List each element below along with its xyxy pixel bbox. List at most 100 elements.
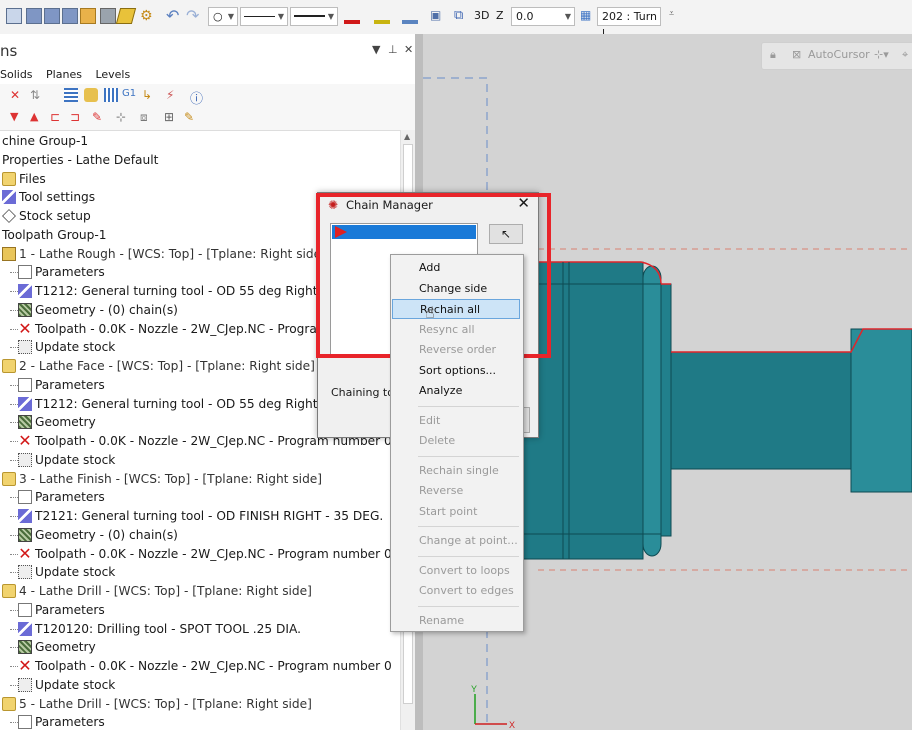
menu-item-edit[interactable]: Edit [392, 411, 520, 431]
menu-item-add[interactable]: Add [392, 258, 520, 278]
insert-arrow-icon[interactable]: ⊏ [50, 110, 64, 124]
pin-icon[interactable]: ⊥ [388, 43, 398, 56]
tree-item[interactable]: Update stock [0, 676, 398, 694]
chevron-down-icon: ▼ [327, 12, 334, 21]
menu-item-convert-to-edges[interactable]: Convert to edges [392, 581, 520, 601]
tree-connector [10, 309, 18, 311]
autocursor-label: AutoCursor [808, 48, 870, 61]
help-icon[interactable]: ⓘ [190, 88, 204, 107]
regenerate-dirty-icon[interactable] [84, 88, 98, 102]
regenerate-icon[interactable] [64, 88, 78, 102]
autocursor-bar[interactable]: 🔒︎ ⊠ AutoCursor ⊹▾ ⌖ [761, 42, 912, 70]
toolbar-overflow-icon[interactable]: ⩡ [669, 9, 674, 19]
level-select[interactable]: 202 : Turn l [597, 7, 661, 40]
print-icon[interactable] [100, 8, 116, 24]
tree-item-label: Update stock [35, 452, 116, 467]
point-style-select[interactable]: ○ ▼ [208, 7, 238, 26]
tree-connector [10, 516, 18, 517]
tree-item[interactable]: Update stock [0, 451, 398, 469]
highfeed-icon[interactable]: ⚡ [166, 88, 180, 102]
tab-solids[interactable]: Solids [0, 68, 33, 81]
menu-item-rechain-all[interactable]: Rechain all [392, 299, 520, 319]
menu-item-convert-to-loops[interactable]: Convert to loops [392, 561, 520, 581]
tree-item[interactable]: Update stock [0, 563, 398, 581]
tree-item-label: 5 - Lathe Drill - [WCS: Top] - [Tplane: … [19, 696, 312, 711]
menu-item-rechain-single[interactable]: Rechain single [392, 461, 520, 481]
select-all-ops-icon[interactable]: ✕ [10, 88, 24, 102]
tab-levels[interactable]: Levels [95, 68, 130, 81]
menu-item-reverse-order[interactable]: Reverse order [392, 340, 520, 360]
selection-filter-icon[interactable]: ⊹▾ [874, 43, 889, 67]
tree-item[interactable]: ✕ Toolpath - 0.0K - Nozzle - 2W_CJep.NC -… [0, 545, 398, 563]
panel-dropdown-icon[interactable]: ▼ [372, 43, 380, 56]
tree-item[interactable]: Properties - Lathe Default [0, 151, 398, 169]
z-depth-input[interactable]: 0.0 ▼ [511, 7, 575, 26]
tree-item[interactable]: chine Group-1 [0, 132, 398, 150]
tree-item[interactable]: 3 - Lathe Finish - [WCS: Top] - [Tplane:… [0, 470, 398, 488]
tree-item[interactable]: Geometry - (0) chain(s) [0, 526, 398, 544]
close-panel-icon[interactable]: ✕ [404, 43, 413, 56]
tree-item[interactable]: Parameters [0, 601, 398, 619]
tree-connector [10, 497, 18, 499]
redo-icon[interactable]: ↷ [186, 8, 202, 24]
new-file-icon[interactable] [6, 8, 22, 24]
tree-item[interactable]: 5 - Lathe Drill - [WCS: Top] - [Tplane: … [0, 695, 398, 713]
save-icon[interactable] [26, 8, 42, 24]
menu-item-change-at-point[interactable]: Change at point... [392, 531, 520, 551]
attributes-icon[interactable]: ▣ [430, 8, 446, 24]
clear-colors-icon[interactable]: ⧉ [454, 8, 470, 24]
wireframe-color-icon[interactable] [344, 8, 360, 24]
material-icon[interactable] [402, 8, 418, 24]
snap-icon[interactable]: ⌖ [902, 43, 908, 67]
only-display-icon[interactable]: ✎ [92, 110, 106, 124]
post-icon[interactable]: ↳ [142, 88, 156, 102]
scroll-up-icon[interactable]: ▲ [404, 132, 410, 141]
backplot-icon[interactable] [104, 88, 118, 102]
menu-item-change-side[interactable]: Change side [392, 279, 520, 299]
tree-item-label: Parameters [35, 490, 105, 505]
solid-color-icon[interactable] [374, 8, 390, 24]
line-width-preview [294, 15, 325, 17]
gcode-verify-icon[interactable]: G1 [122, 88, 136, 99]
menu-item-delete[interactable]: Delete [392, 431, 520, 451]
menu-item-reverse[interactable]: Reverse [392, 481, 520, 501]
menu-item-start-point[interactable]: Start point [392, 502, 520, 522]
select-dirty-icon[interactable]: ⇅ [30, 88, 44, 102]
line-style-select[interactable]: ▼ [240, 7, 288, 26]
tree-item[interactable]: ✕ Toolpath - 0.0K - Nozzle - 2W_CJep.NC -… [0, 657, 398, 675]
tree-item[interactable]: Parameters [0, 488, 398, 506]
geometry-icon [18, 302, 32, 317]
tree-item-label: Toolpath - 0.0K - Nozzle - 2W_CJep.NC - … [35, 659, 392, 673]
tree-item-label: T1212: General turning tool - OD 55 deg … [35, 396, 318, 411]
tree-item[interactable]: Files [0, 170, 398, 188]
toggle-display-icon[interactable]: ⊹ [116, 110, 130, 124]
menu-item-sort-options[interactable]: Sort options... [392, 361, 520, 381]
menu-item-analyze[interactable]: Analyze [392, 381, 520, 401]
tool-icon [18, 621, 32, 636]
open-icon[interactable] [80, 8, 96, 24]
menu-item-rename[interactable]: Rename [392, 611, 520, 631]
tab-planes[interactable]: Planes [46, 68, 82, 81]
tree-item[interactable]: T120120: Drilling tool - SPOT TOOL .25 D… [0, 620, 398, 638]
save-as-icon[interactable] [44, 8, 60, 24]
tree-item[interactable]: T2121: General turning tool - OD FINISH … [0, 507, 398, 525]
level-manager-icon[interactable]: ▦ [580, 8, 596, 24]
move-down-icon[interactable]: ▼ [10, 110, 24, 124]
config-icon[interactable]: ⚙ [140, 8, 156, 24]
undo-icon[interactable]: ↶ [166, 8, 182, 24]
lock-ops-icon[interactable]: ⊞ [164, 110, 178, 124]
options-icon[interactable]: ✎ [184, 110, 198, 124]
save-some-icon[interactable] [62, 8, 78, 24]
move-up-icon[interactable]: ▲ [30, 110, 44, 124]
tree-item-label: T1212: General turning tool - OD 55 deg … [35, 284, 318, 298]
menu-item-resync-all[interactable]: Resync all [392, 320, 520, 340]
scroll-to-insert-icon[interactable]: ⊐ [70, 110, 84, 124]
toggle-posting-icon[interactable]: ⧈ [140, 110, 154, 124]
tree-item[interactable]: Parameters [0, 713, 398, 730]
edit-icon[interactable] [115, 8, 137, 24]
line-width-select[interactable]: ▼ [290, 7, 338, 26]
tree-item[interactable]: 4 - Lathe Drill - [WCS: Top] - [Tplane: … [0, 582, 398, 600]
tool-icon [18, 509, 32, 523]
tree-item[interactable]: Geometry [0, 638, 398, 656]
view-3d-toggle[interactable]: 3D [474, 9, 489, 22]
